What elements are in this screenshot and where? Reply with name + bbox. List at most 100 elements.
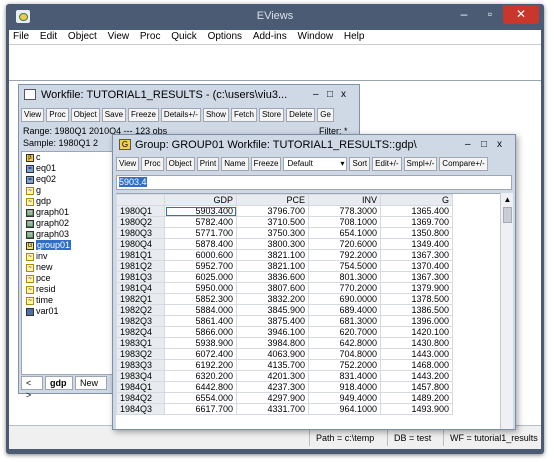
vertical-scrollbar[interactable]: ▲ [500,193,513,429]
table-cell[interactable]: 720.6000 [308,238,381,250]
list-item[interactable]: ▤ graph01 [22,207,125,218]
table-cell[interactable]: 778.3000 [308,205,381,217]
menu-view[interactable]: View [104,31,134,42]
table-cell[interactable]: 3821.100 [236,249,309,261]
menu-object[interactable]: Object [64,31,101,42]
row-header-cell[interactable]: 1981Q1 [116,249,165,261]
table-cell[interactable]: 770.2000 [308,282,381,294]
table-cell[interactable]: 1349.400 [380,238,453,250]
table-cell[interactable]: 949.4000 [308,392,381,404]
row-header-cell[interactable]: 1980Q2 [116,216,165,228]
group-close-button[interactable]: x [497,139,502,150]
wf-delete-button[interactable]: Delete [286,108,316,122]
table-cell[interactable]: 3710.500 [236,216,309,228]
table-cell[interactable]: 5952.700 [164,260,237,272]
row-header-cell[interactable]: 1982Q4 [116,326,165,338]
tab-scroll-arrows[interactable]: < > [21,376,43,400]
table-cell[interactable]: 1468.000 [380,359,453,371]
menu-quick[interactable]: Quick [167,31,201,42]
row-header-cell[interactable]: 1981Q4 [116,282,165,294]
grp-view-button[interactable]: View [116,157,140,171]
table-row[interactable]: 1983Q2 6072.400 4063.900 704.8000 1443.000 [116,348,453,360]
table-cell[interactable]: 1386.500 [380,304,453,316]
row-header-cell[interactable]: 1983Q1 [116,337,165,349]
table-row[interactable]: 1980Q4 5878.400 3800.300 720.6000 1349.400 [116,238,453,250]
command-window[interactable] [9,44,541,80]
row-header-cell[interactable]: 1983Q3 [116,359,165,371]
row-header-cell[interactable]: 1981Q2 [116,260,165,272]
grp-print-button[interactable]: Print [196,157,220,171]
table-cell[interactable]: 1367.300 [380,249,453,261]
table-row[interactable]: 1983Q4 6320.200 4201.300 831.4000 1443.200 [116,370,453,382]
row-header-cell[interactable]: 1984Q2 [116,392,165,404]
workfile-close-button[interactable]: x [341,89,346,100]
table-cell[interactable]: 4063.900 [236,348,309,360]
table-cell[interactable]: 6617.700 [164,403,237,415]
list-item[interactable]: ~ time [22,295,125,306]
table-cell[interactable]: 964.1000 [308,403,381,415]
list-item[interactable]: Ggroup01 [22,240,125,251]
table-cell[interactable]: 918.4000 [308,381,381,393]
grp-proc-button[interactable]: Proc [141,157,164,171]
group-maximize-button[interactable]: □ [481,139,487,150]
table-cell[interactable]: 3796.700 [236,205,309,217]
table-cell[interactable]: 3845.900 [236,304,309,316]
table-row[interactable]: 1981Q2 5952.700 3821.100 754.5000 1370.400 [116,260,453,272]
table-cell[interactable]: 3807.600 [236,282,309,294]
column-header-inv[interactable]: INV [308,194,381,206]
table-cell[interactable]: 6320.200 [164,370,237,382]
list-item[interactable]: ▤ graph03 [22,229,125,240]
table-cell[interactable]: 690.0000 [308,293,381,305]
table-cell[interactable]: 1457.800 [380,381,453,393]
table-cell[interactable]: 6025.000 [164,271,237,283]
table-cell[interactable]: 1430.800 [380,337,453,349]
table-row[interactable]: 1980Q2 5782.400 3710.500 708.1000 1369.700 [116,216,453,228]
group-window[interactable]: G Group: GROUP01 Workfile: TUTORIAL1_RES… [112,134,516,430]
group-minimize-button[interactable]: – [465,139,471,150]
table-cell[interactable]: 689.4000 [308,304,381,316]
table-cell[interactable]: 5938.900 [164,337,237,349]
table-cell[interactable]: 654.1000 [308,227,381,239]
table-cell[interactable]: 1369.700 [380,216,453,228]
wf-store-button[interactable]: Store [258,108,285,122]
row-header-cell[interactable]: 1984Q1 [116,381,165,393]
table-row[interactable]: 1984Q1 6442.800 4237.300 918.4000 1457.800 [116,381,453,393]
row-header-cell[interactable]: 1983Q2 [116,348,165,360]
table-row[interactable]: 1981Q1 6000.600 3821.100 792.2000 1367.300 [116,249,453,261]
table-cell[interactable]: 1370.400 [380,260,453,272]
table-cell[interactable]: 1489.200 [380,392,453,404]
row-header-cell[interactable]: 1984Q3 [116,403,165,415]
column-header-g[interactable]: G [380,194,453,206]
wf-genr-button[interactable]: Ge [317,108,334,122]
grp-freeze-button[interactable]: Freeze [250,157,282,171]
wf-show-button[interactable]: Show [202,108,229,122]
table-cell[interactable]: 5878.400 [164,238,237,250]
row-header-cell[interactable]: 1983Q4 [116,370,165,382]
column-header-gdp[interactable]: GDP [164,194,237,206]
tab-gdp[interactable]: gdp [45,376,73,390]
table-row[interactable]: 1983Q1 5938.900 3984.800 642.8000 1430.800 [116,337,453,349]
table-cell[interactable]: 6000.600 [164,249,237,261]
table-cell[interactable]: 3836.600 [236,271,309,283]
table-cell[interactable]: 1443.200 [380,370,453,382]
table-cell[interactable]: 6072.400 [164,348,237,360]
table-cell[interactable]: 1367.300 [380,271,453,283]
table-cell[interactable]: 708.1000 [308,216,381,228]
list-item[interactable]: = eq02 [22,174,125,185]
wf-object-button[interactable]: Object [70,108,100,122]
row-header-cell[interactable]: 1982Q2 [116,304,165,316]
wf-save-button[interactable]: Save [101,108,127,122]
table-cell[interactable]: 6192.200 [164,359,237,371]
list-item[interactable]: ~ resid [22,284,125,295]
menu-proc[interactable]: Proc [136,31,165,42]
list-item[interactable]: ~ new [22,262,125,273]
menu-help[interactable]: Help [340,31,369,42]
table-row[interactable]: 1981Q4 5950.000 3807.600 770.2000 1379.900 [116,282,453,294]
table-cell[interactable]: 5866.000 [164,326,237,338]
wf-view-button[interactable]: View [21,108,45,122]
table-cell[interactable]: 4237.300 [236,381,309,393]
menu-options[interactable]: Options [204,31,246,42]
column-header-pce[interactable]: PCE [236,194,309,206]
table-cell[interactable]: 1396.000 [380,315,453,327]
table-cell[interactable]: 1379.900 [380,282,453,294]
